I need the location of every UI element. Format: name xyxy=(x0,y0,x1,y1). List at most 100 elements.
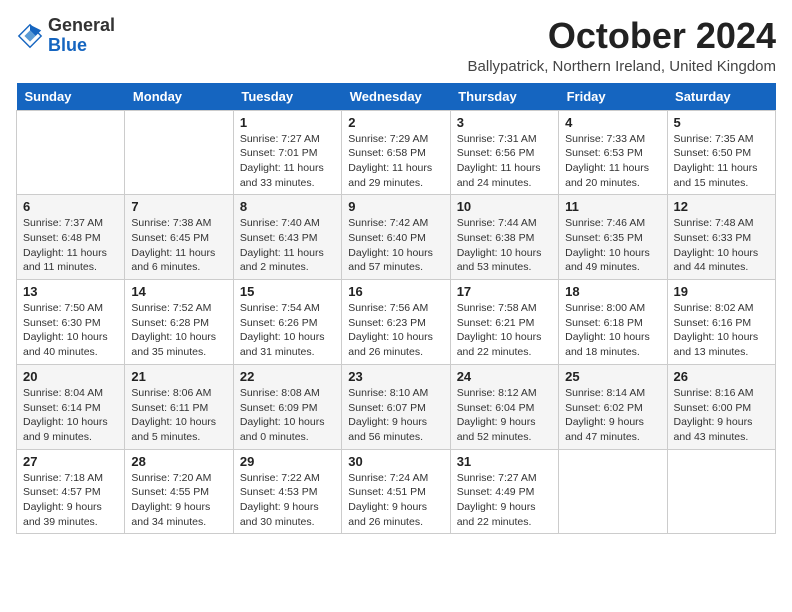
day-of-week-header: Wednesday xyxy=(342,83,450,111)
day-info: Sunrise: 7:52 AM Sunset: 6:28 PM Dayligh… xyxy=(131,301,226,360)
calendar-week-row: 1 Sunrise: 7:27 AM Sunset: 7:01 PM Daylig… xyxy=(17,110,776,195)
calendar-day-cell: 14 Sunrise: 7:52 AM Sunset: 6:28 PM Dayli… xyxy=(125,280,233,365)
day-number: 12 xyxy=(674,199,769,214)
day-info: Sunrise: 8:06 AM Sunset: 6:11 PM Dayligh… xyxy=(131,386,226,445)
calendar-day-cell: 11 Sunrise: 7:46 AM Sunset: 6:35 PM Dayli… xyxy=(559,195,667,280)
day-number: 16 xyxy=(348,284,443,299)
day-info: Sunrise: 7:27 AM Sunset: 7:01 PM Dayligh… xyxy=(240,132,335,191)
calendar-day-cell: 31 Sunrise: 7:27 AM Sunset: 4:49 PM Dayli… xyxy=(450,449,558,534)
day-info: Sunrise: 7:56 AM Sunset: 6:23 PM Dayligh… xyxy=(348,301,443,360)
day-number: 15 xyxy=(240,284,335,299)
day-number: 9 xyxy=(348,199,443,214)
calendar-day-cell: 16 Sunrise: 7:56 AM Sunset: 6:23 PM Dayli… xyxy=(342,280,450,365)
day-number: 7 xyxy=(131,199,226,214)
day-number: 21 xyxy=(131,369,226,384)
calendar-day-cell: 28 Sunrise: 7:20 AM Sunset: 4:55 PM Dayli… xyxy=(125,449,233,534)
calendar-day-cell: 22Sunrise: 8:08 AM Sunset: 6:09 PM Dayli… xyxy=(233,364,341,449)
calendar-day-cell: 10Sunrise: 7:44 AM Sunset: 6:38 PM Dayli… xyxy=(450,195,558,280)
calendar-day-cell: 29 Sunrise: 7:22 AM Sunset: 4:53 PM Dayli… xyxy=(233,449,341,534)
day-info: Sunrise: 8:04 AM Sunset: 6:14 PM Dayligh… xyxy=(23,386,118,445)
calendar-day-cell: 4Sunrise: 7:33 AM Sunset: 6:53 PM Daylig… xyxy=(559,110,667,195)
calendar-day-cell: 20Sunrise: 8:04 AM Sunset: 6:14 PM Dayli… xyxy=(17,364,125,449)
day-info: Sunrise: 7:46 AM Sunset: 6:35 PM Dayligh… xyxy=(565,216,660,275)
day-info: Sunrise: 7:27 AM Sunset: 4:49 PM Dayligh… xyxy=(457,471,552,530)
page-header: General Blue October 2024 Ballypatrick, … xyxy=(16,16,776,75)
day-info: Sunrise: 7:42 AM Sunset: 6:40 PM Dayligh… xyxy=(348,216,443,275)
day-of-week-header: Saturday xyxy=(667,83,775,111)
calendar-day-cell xyxy=(667,449,775,534)
calendar-day-cell: 8Sunrise: 7:40 AM Sunset: 6:43 PM Daylig… xyxy=(233,195,341,280)
calendar-day-cell: 24 Sunrise: 8:12 AM Sunset: 6:04 PM Dayli… xyxy=(450,364,558,449)
day-number: 3 xyxy=(457,115,552,130)
day-number: 25 xyxy=(565,369,660,384)
day-number: 13 xyxy=(23,284,118,299)
day-info: Sunrise: 8:02 AM Sunset: 6:16 PM Dayligh… xyxy=(674,301,769,360)
calendar-day-cell: 3 Sunrise: 7:31 AM Sunset: 6:56 PM Daylig… xyxy=(450,110,558,195)
calendar-week-row: 13 Sunrise: 7:50 AM Sunset: 6:30 PM Dayli… xyxy=(17,280,776,365)
day-info: Sunrise: 8:16 AM Sunset: 6:00 PM Dayligh… xyxy=(674,386,769,445)
day-of-week-header: Sunday xyxy=(17,83,125,111)
logo-text: General Blue xyxy=(48,16,115,56)
day-of-week-header: Monday xyxy=(125,83,233,111)
day-number: 31 xyxy=(457,454,552,469)
day-of-week-header: Tuesday xyxy=(233,83,341,111)
calendar-day-cell: 5Sunrise: 7:35 AM Sunset: 6:50 PM Daylig… xyxy=(667,110,775,195)
day-number: 14 xyxy=(131,284,226,299)
day-number: 24 xyxy=(457,369,552,384)
calendar-day-cell: 15 Sunrise: 7:54 AM Sunset: 6:26 PM Dayli… xyxy=(233,280,341,365)
day-number: 11 xyxy=(565,199,660,214)
calendar-week-row: 27 Sunrise: 7:18 AM Sunset: 4:57 PM Dayli… xyxy=(17,449,776,534)
day-info: Sunrise: 7:50 AM Sunset: 6:30 PM Dayligh… xyxy=(23,301,118,360)
calendar-day-cell: 23 Sunrise: 8:10 AM Sunset: 6:07 PM Dayli… xyxy=(342,364,450,449)
calendar-day-cell: 21 Sunrise: 8:06 AM Sunset: 6:11 PM Dayli… xyxy=(125,364,233,449)
calendar-day-cell xyxy=(559,449,667,534)
day-info: Sunrise: 7:18 AM Sunset: 4:57 PM Dayligh… xyxy=(23,471,118,530)
day-number: 29 xyxy=(240,454,335,469)
calendar-week-row: 20Sunrise: 8:04 AM Sunset: 6:14 PM Dayli… xyxy=(17,364,776,449)
day-info: Sunrise: 7:24 AM Sunset: 4:51 PM Dayligh… xyxy=(348,471,443,530)
day-info: Sunrise: 8:14 AM Sunset: 6:02 PM Dayligh… xyxy=(565,386,660,445)
calendar-day-cell: 25 Sunrise: 8:14 AM Sunset: 6:02 PM Dayli… xyxy=(559,364,667,449)
day-info: Sunrise: 7:48 AM Sunset: 6:33 PM Dayligh… xyxy=(674,216,769,275)
logo-blue: Blue xyxy=(48,35,87,55)
title-block: October 2024 Ballypatrick, Northern Irel… xyxy=(468,16,776,75)
day-info: Sunrise: 7:33 AM Sunset: 6:53 PM Dayligh… xyxy=(565,132,660,191)
day-info: Sunrise: 8:12 AM Sunset: 6:04 PM Dayligh… xyxy=(457,386,552,445)
calendar-day-cell: 12 Sunrise: 7:48 AM Sunset: 6:33 PM Dayli… xyxy=(667,195,775,280)
calendar-day-cell: 19Sunrise: 8:02 AM Sunset: 6:16 PM Dayli… xyxy=(667,280,775,365)
day-info: Sunrise: 7:40 AM Sunset: 6:43 PM Dayligh… xyxy=(240,216,335,275)
calendar-day-cell: 9 Sunrise: 7:42 AM Sunset: 6:40 PM Daylig… xyxy=(342,195,450,280)
calendar-day-cell: 18 Sunrise: 8:00 AM Sunset: 6:18 PM Dayli… xyxy=(559,280,667,365)
day-number: 1 xyxy=(240,115,335,130)
day-of-week-header: Thursday xyxy=(450,83,558,111)
day-number: 26 xyxy=(674,369,769,384)
calendar-day-cell: 13 Sunrise: 7:50 AM Sunset: 6:30 PM Dayli… xyxy=(17,280,125,365)
day-info: Sunrise: 7:20 AM Sunset: 4:55 PM Dayligh… xyxy=(131,471,226,530)
day-info: Sunrise: 7:54 AM Sunset: 6:26 PM Dayligh… xyxy=(240,301,335,360)
logo: General Blue xyxy=(16,16,115,56)
day-number: 28 xyxy=(131,454,226,469)
day-info: Sunrise: 8:10 AM Sunset: 6:07 PM Dayligh… xyxy=(348,386,443,445)
calendar-day-cell: 27 Sunrise: 7:18 AM Sunset: 4:57 PM Dayli… xyxy=(17,449,125,534)
day-number: 27 xyxy=(23,454,118,469)
calendar-day-cell xyxy=(17,110,125,195)
month-title: October 2024 xyxy=(468,16,776,56)
day-number: 23 xyxy=(348,369,443,384)
location: Ballypatrick, Northern Ireland, United K… xyxy=(468,58,776,75)
day-number: 22 xyxy=(240,369,335,384)
day-number: 17 xyxy=(457,284,552,299)
day-info: Sunrise: 7:35 AM Sunset: 6:50 PM Dayligh… xyxy=(674,132,769,191)
day-info: Sunrise: 8:00 AM Sunset: 6:18 PM Dayligh… xyxy=(565,301,660,360)
calendar-week-row: 6Sunrise: 7:37 AM Sunset: 6:48 PM Daylig… xyxy=(17,195,776,280)
day-info: Sunrise: 7:22 AM Sunset: 4:53 PM Dayligh… xyxy=(240,471,335,530)
day-number: 18 xyxy=(565,284,660,299)
day-info: Sunrise: 7:29 AM Sunset: 6:58 PM Dayligh… xyxy=(348,132,443,191)
calendar-day-cell: 1 Sunrise: 7:27 AM Sunset: 7:01 PM Daylig… xyxy=(233,110,341,195)
day-number: 2 xyxy=(348,115,443,130)
day-number: 10 xyxy=(457,199,552,214)
day-info: Sunrise: 7:31 AM Sunset: 6:56 PM Dayligh… xyxy=(457,132,552,191)
day-number: 30 xyxy=(348,454,443,469)
day-info: Sunrise: 7:38 AM Sunset: 6:45 PM Dayligh… xyxy=(131,216,226,275)
day-info: Sunrise: 7:37 AM Sunset: 6:48 PM Dayligh… xyxy=(23,216,118,275)
day-info: Sunrise: 7:58 AM Sunset: 6:21 PM Dayligh… xyxy=(457,301,552,360)
